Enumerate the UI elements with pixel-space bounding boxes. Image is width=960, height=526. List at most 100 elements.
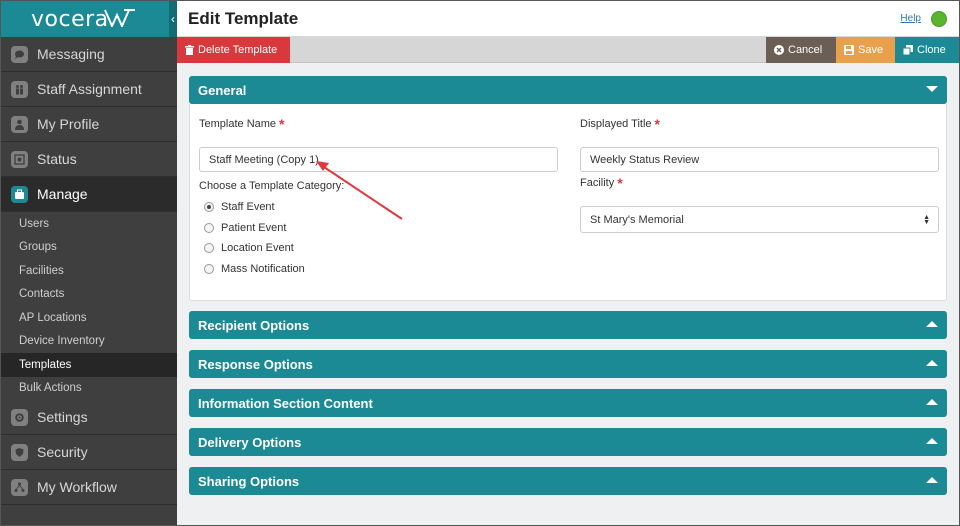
copy-icon <box>903 45 913 55</box>
action-toolbar: Delete Template Cancel Save Clone <box>177 37 959 63</box>
information-section-content-header[interactable]: Information Section Content <box>189 389 947 417</box>
sidebar-item-manage[interactable]: Manage <box>1 177 177 212</box>
sidebar: vocera ‹ Messaging Staff Assignment My P… <box>1 1 177 525</box>
cancel-button[interactable]: Cancel <box>766 37 836 63</box>
recipient-options-panel: Recipient Options <box>189 311 947 339</box>
sidebar-item-messaging[interactable]: Messaging <box>1 37 177 72</box>
radio-button[interactable] <box>204 223 214 233</box>
page-title: Edit Template <box>188 9 299 28</box>
general-panel-header[interactable]: General <box>189 76 947 104</box>
template-name-label: Template Name * <box>199 116 285 132</box>
connection-status-indicator <box>931 11 947 27</box>
floppy-disk-icon <box>844 45 854 55</box>
displayed-title-value: Weekly Status Review <box>590 153 700 166</box>
chevron-down-icon <box>926 86 938 92</box>
chevron-up-icon <box>926 438 938 444</box>
general-panel-body: Template Name * Staff Meeting (Copy 1) Di… <box>189 104 947 301</box>
clone-button[interactable]: Clone <box>895 37 959 63</box>
template-category-label: Choose a Template Category: <box>199 180 345 192</box>
radio-label: Patient Event <box>221 222 287 234</box>
sidebar-item-label: Messaging <box>37 46 105 62</box>
template-name-value: Staff Meeting (Copy 1) <box>209 153 319 166</box>
main-content: General Template Name * Staff Meeting (Co… <box>177 63 959 525</box>
status-icon <box>11 150 28 168</box>
section-title: Information Section Content <box>198 395 373 411</box>
select-arrows-icon: ▲ ▼ <box>923 214 930 226</box>
facility-label: Facility * <box>580 175 623 191</box>
sidebar-subitem-contacts[interactable]: Contacts <box>1 283 177 307</box>
sidebar-item-label: Security <box>37 444 88 460</box>
sidebar-subitem-ap-locations[interactable]: AP Locations <box>1 306 177 330</box>
trash-icon <box>185 45 194 55</box>
section-title: Sharing Options <box>198 473 300 489</box>
sidebar-item-settings[interactable]: Settings <box>1 400 177 435</box>
person-icon <box>11 115 28 133</box>
response-options-header[interactable]: Response Options <box>189 350 947 378</box>
template-name-input[interactable]: Staff Meeting (Copy 1) <box>199 147 558 172</box>
sidebar-subitem-templates[interactable]: Templates <box>1 353 177 377</box>
delete-template-button[interactable]: Delete Template <box>177 37 290 63</box>
sidebar-item-label: My Workflow <box>37 479 117 495</box>
sidebar-subitem-bulk-actions[interactable]: Bulk Actions <box>1 377 177 401</box>
response-options-panel: Response Options <box>189 350 947 378</box>
briefcase-icon <box>11 185 28 203</box>
general-panel-title: General <box>198 82 247 98</box>
sidebar-subitem-groups[interactable]: Groups <box>1 236 177 260</box>
required-asterisk-icon: * <box>279 116 285 132</box>
displayed-title-label: Displayed Title * <box>580 116 660 132</box>
logo-bar: vocera ‹ <box>1 1 177 37</box>
sidebar-subitem-facilities[interactable]: Facilities <box>1 259 177 283</box>
sharing-options-header[interactable]: Sharing Options <box>189 467 947 495</box>
facility-label-text: Facility <box>580 177 615 189</box>
radio-button[interactable] <box>204 243 214 253</box>
radio-button[interactable] <box>204 202 214 212</box>
delivery-options-panel: Delivery Options <box>189 428 947 456</box>
sharing-options-panel: Sharing Options <box>189 467 947 495</box>
collapse-sidebar-button[interactable]: ‹ <box>169 1 177 37</box>
save-label: Save <box>858 44 884 56</box>
required-asterisk-icon: * <box>617 175 623 191</box>
help-link[interactable]: Help <box>900 13 921 24</box>
close-circle-icon <box>774 45 784 55</box>
displayed-title-label-text: Displayed Title <box>580 118 652 130</box>
chevron-up-icon <box>926 360 938 366</box>
chevron-up-icon <box>926 321 938 327</box>
sidebar-item-label: Status <box>37 151 77 167</box>
category-radio-staff-event[interactable]: Staff Event <box>204 201 275 213</box>
recipient-options-header[interactable]: Recipient Options <box>189 311 947 339</box>
logo-mark-icon <box>104 9 135 27</box>
radio-label: Mass Notification <box>221 263 305 275</box>
sidebar-subitem-users[interactable]: Users <box>1 212 177 236</box>
sidebar-item-label: My Profile <box>37 116 100 132</box>
delivery-options-header[interactable]: Delivery Options <box>189 428 947 456</box>
sidebar-item-staff-assignment[interactable]: Staff Assignment <box>1 72 177 107</box>
clone-label: Clone <box>917 44 946 56</box>
sidebar-item-label: Settings <box>37 409 88 425</box>
displayed-title-input[interactable]: Weekly Status Review <box>580 147 939 172</box>
gear-icon <box>11 408 28 426</box>
facility-selected-value: St Mary's Memorial <box>590 213 684 226</box>
facility-select[interactable]: St Mary's Memorial ▲ ▼ <box>580 206 939 233</box>
sidebar-subitem-device-inventory[interactable]: Device Inventory <box>1 330 177 354</box>
save-button[interactable]: Save <box>836 37 895 63</box>
vocera-logo: vocera <box>31 7 109 32</box>
sidebar-item-status[interactable]: Status <box>1 142 177 177</box>
page-header: Edit Template Help <box>177 1 959 37</box>
workflow-icon <box>11 478 28 496</box>
chevron-up-icon <box>926 477 938 483</box>
section-title: Response Options <box>198 356 313 372</box>
sidebar-item-label: Staff Assignment <box>37 81 142 97</box>
section-title: Recipient Options <box>198 317 310 333</box>
sidebar-item-security[interactable]: Security <box>1 435 177 470</box>
sidebar-item-label: Manage <box>37 186 88 202</box>
general-panel: General Template Name * Staff Meeting (Co… <box>189 76 947 301</box>
category-radio-mass-notification[interactable]: Mass Notification <box>204 263 305 275</box>
category-radio-patient-event[interactable]: Patient Event <box>204 222 286 234</box>
radio-button[interactable] <box>204 264 214 274</box>
sidebar-item-my-profile[interactable]: My Profile <box>1 107 177 142</box>
radio-label: Staff Event <box>221 201 275 213</box>
delete-template-label: Delete Template <box>198 44 278 56</box>
chat-bubble-icon <box>11 45 28 63</box>
sidebar-item-my-workflow[interactable]: My Workflow <box>1 470 177 505</box>
category-radio-location-event[interactable]: Location Event <box>204 242 294 254</box>
